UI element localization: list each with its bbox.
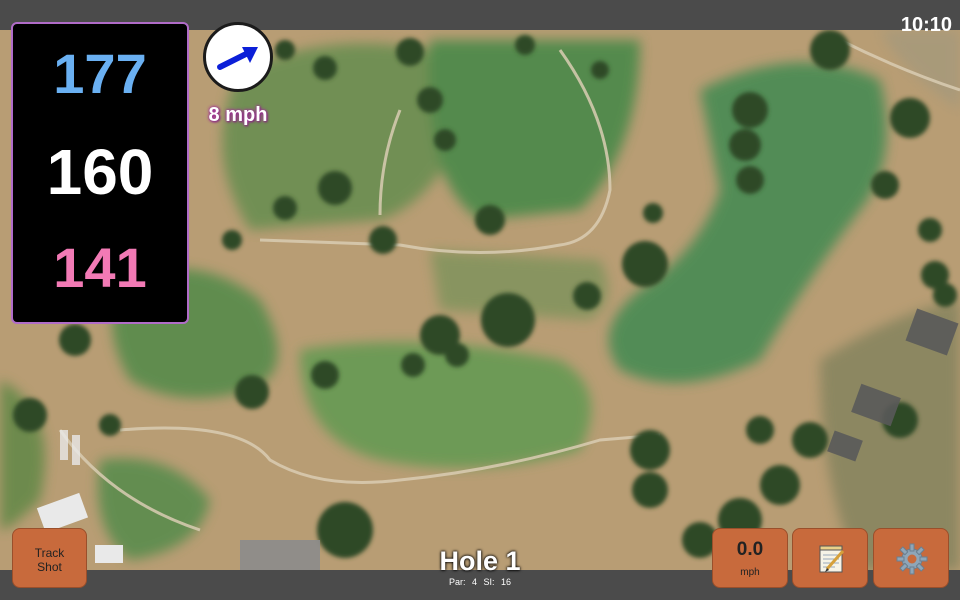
middle-distance: 160: [46, 136, 154, 208]
notes-button[interactable]: [792, 528, 868, 588]
track-shot-label-line2: Shot: [37, 560, 62, 574]
settings-button[interactable]: [873, 528, 949, 588]
stroke-index-label: SI: 16: [483, 577, 512, 587]
speed-unit: mph: [740, 567, 760, 578]
speed-value: 0.0: [736, 539, 764, 560]
par-label: Par: 4: [448, 577, 477, 587]
hole-title: Hole 1: [439, 546, 521, 576]
arrow-right-up-icon: [217, 47, 258, 70]
back-distance: 177: [53, 42, 147, 105]
track-shot-label-line1: Track: [34, 546, 65, 560]
track-shot-button[interactable]: Track Shot: [12, 528, 87, 588]
hole-info: Par: 4 SI: 16: [400, 577, 560, 587]
clock-time: 10:10: [900, 14, 952, 36]
gear-icon: [896, 543, 928, 575]
wind-speed-label: 8 mph: [208, 104, 268, 126]
front-distance: 141: [53, 236, 147, 299]
distance-panel: 177 160 141: [11, 22, 189, 324]
wind-direction-indicator: [203, 22, 273, 92]
notepad-icon: [819, 545, 845, 573]
speed-button[interactable]: 0.0 mph: [712, 528, 788, 588]
